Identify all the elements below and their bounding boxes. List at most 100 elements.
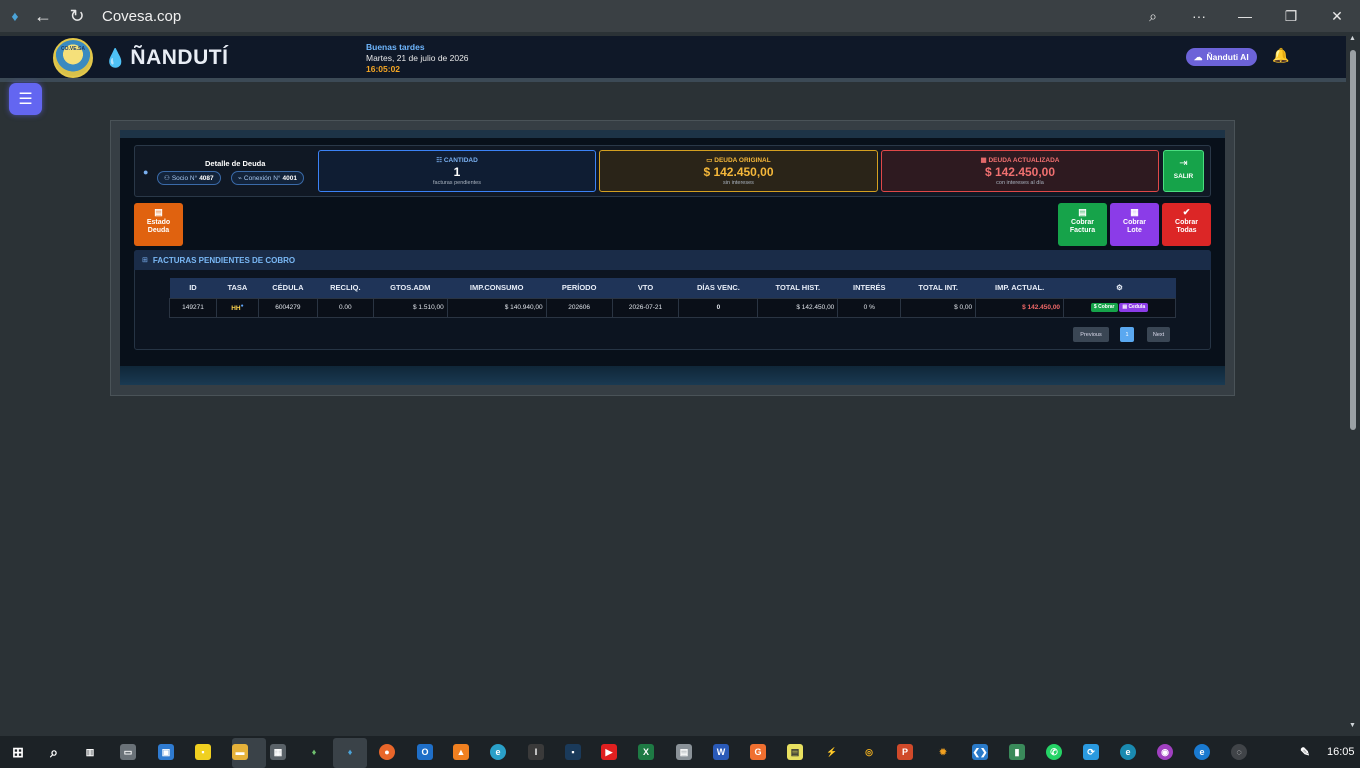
conexion-badge: ⌁ Conexión N° 4001 [231, 171, 304, 185]
app-cyan-icon[interactable]: ⟳ [1083, 744, 1099, 760]
robot-icon: ☁ [1194, 51, 1203, 62]
sticky-notes-icon[interactable]: ▪ [195, 744, 211, 760]
app-gray-icon[interactable]: ◌ [1231, 744, 1247, 760]
powerpoint-icon[interactable]: P [897, 744, 913, 760]
app-orange-icon[interactable]: ▲ [453, 744, 469, 760]
bell-icon[interactable]: 🔔 [1272, 47, 1289, 64]
close-icon[interactable]: ✕ [1314, 0, 1360, 32]
scrollbar-thumb[interactable] [1350, 50, 1356, 430]
browser-title-bar: ♦ ← ↻ Covesa.cop ⌕ ··· — ❐ ✕ [0, 0, 1360, 32]
nanduti-app-icon[interactable]: ♦ [306, 744, 322, 760]
file-explorer-icon[interactable]: ▬ [232, 744, 248, 760]
back-icon[interactable]: ← [28, 1, 58, 31]
cobrar-factura-button[interactable]: ▤ Cobrar Factura [1058, 203, 1107, 246]
scanner-icon[interactable]: ▤ [676, 744, 692, 760]
edge-beta-icon[interactable]: e [1194, 744, 1210, 760]
app-green-icon[interactable]: ▮ [1009, 744, 1025, 760]
terminal-icon[interactable]: I [528, 744, 544, 760]
current-time: 16:05:02 [366, 64, 401, 74]
col-recliq[interactable]: RECLIQ. [317, 278, 374, 298]
debt-detail: ● Detalle de Deuda ⚇ Socio N° 4087 ⌁ Con… [140, 150, 315, 192]
app-bolt-icon[interactable]: ⚡ [824, 744, 840, 760]
cobrar-todas-button[interactable]: ✔ Cobrar Todas [1162, 203, 1211, 246]
printer-app-icon[interactable]: ▭ [120, 744, 136, 760]
outlook-icon[interactable]: O [417, 744, 433, 760]
edge-icon[interactable]: e [490, 744, 506, 760]
col-periodo[interactable]: PERÍODO [546, 278, 613, 298]
notepad-icon[interactable]: ▤ [787, 744, 803, 760]
deuda-actualizada-value: $ 142.450,00 [984, 165, 1056, 179]
plug-icon: ⌁ [238, 175, 242, 182]
estado-deuda-button[interactable]: ▤ Estado Deuda [134, 203, 183, 246]
whatsapp-icon[interactable]: ✆ [1046, 744, 1062, 760]
app-color-icon[interactable]: ◉ [1157, 744, 1173, 760]
youtube-icon[interactable]: ▶ [601, 744, 617, 760]
app-g-icon[interactable]: G [750, 744, 766, 760]
vscode-icon[interactable]: ❮❯ [972, 744, 988, 760]
app-ring-icon[interactable]: ◎ [861, 744, 877, 760]
restore-icon[interactable]: ❐ [1268, 0, 1314, 32]
col-total-int[interactable]: TOTAL INT. [900, 278, 976, 298]
page-scrollbar[interactable]: ▲ ▼ [1346, 32, 1360, 736]
exit-button[interactable]: ⇥ SALIR [1163, 150, 1204, 192]
covesa-app-icon[interactable]: ♦ [342, 744, 358, 760]
pen-icon[interactable]: ✎ [1297, 744, 1313, 760]
cobrar-lote-button[interactable]: ▦ Cobrar Lote [1110, 203, 1159, 246]
taskbar-clock[interactable]: 16:05 [1327, 746, 1355, 758]
water-drop-icon: 💧 [104, 47, 127, 68]
firefox-icon[interactable]: ● [379, 744, 395, 760]
greeting-block: Buenas tardes Martes, 21 de julio de 202… [366, 42, 469, 75]
calculator-app-icon[interactable]: ▦ [270, 744, 286, 760]
scroll-down-icon[interactable]: ▼ [1349, 722, 1356, 729]
table-row[interactable]: 149271 HH● 6004279 0.00 $ 1.510,00 $ 140… [169, 297, 1176, 318]
hamburger-menu-button[interactable]: ☰ [9, 83, 42, 115]
col-imp-actual[interactable]: IMP. ACTUAL. [975, 278, 1064, 298]
section-header: ⊞ FACTURAS PENDIENTES DE COBRO [134, 250, 1211, 270]
app-sun-icon[interactable]: ✹ [935, 744, 951, 760]
col-gtos-adm[interactable]: GTOS.ADM [373, 278, 448, 298]
cell-interes: 0 % [837, 297, 902, 318]
invoices-table: ID TASA CÉDULA RECLIQ. GTOS.ADM IMP.CONS… [169, 278, 1176, 318]
scroll-up-icon[interactable]: ▲ [1349, 35, 1356, 42]
cell-total-hist: $ 142.450,00 [757, 297, 839, 318]
app-blue-icon[interactable]: ▪ [565, 744, 581, 760]
col-interes[interactable]: INTERÉS [837, 278, 901, 298]
col-total-hist[interactable]: TOTAL HIST. [757, 278, 838, 298]
remote-desktop-icon[interactable]: ▣ [158, 744, 174, 760]
row-cobrar-button[interactable]: $ Cobrar [1090, 303, 1118, 312]
more-options-icon[interactable]: ··· [1176, 0, 1222, 32]
nanduti-ai-button[interactable]: ☁ Ñanduti AI [1186, 48, 1257, 66]
edge-dev-icon[interactable]: e [1120, 744, 1136, 760]
col-cedula[interactable]: CÉDULA [258, 278, 318, 298]
cantidad-value: 1 [453, 165, 461, 179]
covesa-logo[interactable]: CO.VE.SA [53, 38, 93, 78]
excel-icon[interactable]: X [638, 744, 654, 760]
row-cedula-button[interactable]: ▤ Cedula [1119, 303, 1149, 312]
current-date: Martes, 21 de julio de 2026 [366, 53, 469, 63]
minimize-icon[interactable]: — [1222, 0, 1268, 32]
users-icon: ⚇ [164, 175, 170, 182]
refresh-icon[interactable]: ↻ [62, 1, 92, 31]
app-header: CO.VE.SA 💧 ÑANDUTÍ Buenas tardes Martes,… [0, 36, 1346, 78]
windows-start-icon[interactable]: ⊞ [10, 744, 26, 760]
search-icon[interactable]: ⌕ [46, 744, 62, 760]
zoom-icon[interactable]: ⌕ [1130, 0, 1176, 32]
word-icon[interactable]: W [713, 744, 729, 760]
col-id[interactable]: ID [169, 278, 217, 298]
pager-next[interactable]: Next [1147, 327, 1170, 342]
brand: 💧 ÑANDUTÍ [104, 46, 228, 70]
user-circle-icon: ● [143, 167, 149, 177]
task-view-icon[interactable]: ▥ [82, 744, 98, 760]
col-tasa[interactable]: TASA [216, 278, 259, 298]
col-vto[interactable]: VTO [612, 278, 679, 298]
col-imp-consumo[interactable]: IMP.CONSUMO [447, 278, 547, 298]
cell-imp-actual: $ 142.450,00 [975, 297, 1065, 318]
info-dot-icon: ● [240, 302, 244, 309]
list-icon: ☷ [436, 157, 444, 164]
cell-actions: $ Cobrar ▤ Cedula [1063, 297, 1176, 318]
col-dias-venc[interactable]: DÍAS VENC. [678, 278, 758, 298]
pager-previous[interactable]: Previous [1073, 327, 1109, 342]
panel-footer [120, 366, 1225, 385]
pager-page-1[interactable]: 1 [1120, 327, 1134, 342]
invoice-icon: ▤ [1078, 207, 1087, 217]
